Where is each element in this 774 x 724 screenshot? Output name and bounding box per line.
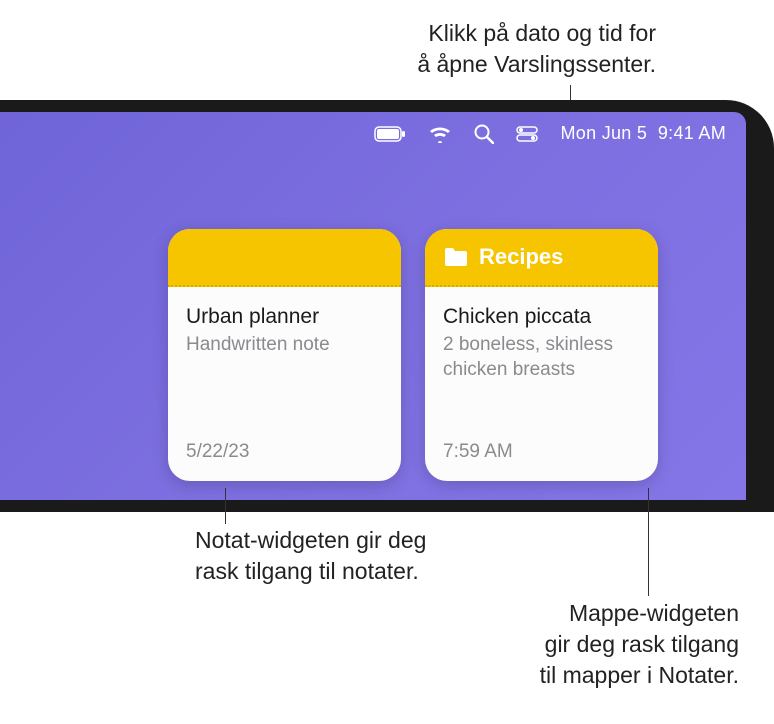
folder-widget-body: Chicken piccata 2 boneless, skinless chi…: [425, 287, 658, 481]
menu-bar-datetime[interactable]: Mon Jun 5 9:41 AM: [560, 123, 726, 144]
callout-top: Klikk på dato og tid forå åpne Varslings…: [417, 18, 656, 80]
search-icon[interactable]: [474, 124, 494, 144]
notes-widget-body: Urban planner Handwritten note 5/22/23: [168, 287, 401, 481]
notes-widget[interactable]: Urban planner Handwritten note 5/22/23: [168, 229, 401, 481]
device-bezel: Mon Jun 5 9:41 AM Urban planner Handwrit…: [0, 100, 774, 512]
callout-line-bottom-left: [225, 488, 226, 524]
folder-note-subtitle: 2 boneless, skinless chicken breasts: [443, 333, 640, 382]
callout-bottom-left-text: Notat-widgeten gir degrask tilgang til n…: [195, 527, 426, 584]
wifi-icon[interactable]: [428, 125, 452, 143]
folder-widget[interactable]: Recipes Chicken piccata 2 boneless, skin…: [425, 229, 658, 481]
widgets-area: Urban planner Handwritten note 5/22/23 R…: [168, 229, 658, 481]
callout-top-text: Klikk på dato og tid forå åpne Varslings…: [417, 20, 656, 77]
callout-bottom-right-text: Mappe-widgetengir deg rask tilgangtil ma…: [540, 600, 739, 688]
note-subtitle: Handwritten note: [186, 333, 383, 358]
control-center-icon[interactable]: [516, 126, 538, 142]
folder-widget-label: Recipes: [479, 244, 563, 270]
desktop-background: Mon Jun 5 9:41 AM Urban planner Handwrit…: [0, 112, 746, 500]
callout-bottom-right: Mappe-widgetengir deg rask tilgangtil ma…: [540, 598, 739, 691]
note-title: Urban planner: [186, 305, 383, 329]
note-date: 5/22/23: [186, 441, 249, 463]
folder-widget-header: Recipes: [425, 229, 658, 287]
folder-note-time: 7:59 AM: [443, 441, 513, 463]
menu-bar-time: 9:41 AM: [658, 123, 726, 143]
menu-bar-date: Mon Jun 5: [560, 123, 647, 143]
callout-line-bottom-right: [648, 488, 649, 596]
notes-widget-header: [168, 229, 401, 287]
battery-icon[interactable]: [374, 126, 406, 142]
screen-frame: Mon Jun 5 9:41 AM Urban planner Handwrit…: [0, 100, 774, 512]
callout-bottom-left: Notat-widgeten gir degrask tilgang til n…: [195, 525, 426, 587]
folder-icon: [443, 246, 469, 268]
menu-bar: Mon Jun 5 9:41 AM: [0, 112, 746, 155]
folder-note-title: Chicken piccata: [443, 305, 640, 329]
